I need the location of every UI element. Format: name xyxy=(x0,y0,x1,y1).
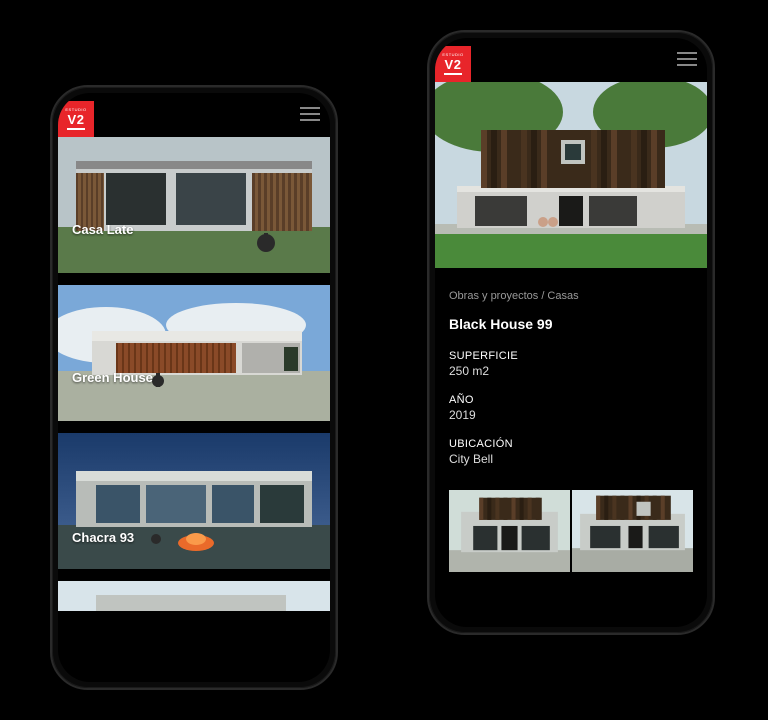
phone-button xyxy=(336,257,338,299)
field-label-location: UBICACIÓN xyxy=(449,438,693,450)
logo[interactable]: ESTUDIO V2 xyxy=(435,46,471,82)
project-title: Black House 99 xyxy=(449,316,693,332)
project-detail: Obras y proyectos / Casas Black House 99… xyxy=(435,268,707,466)
project-image xyxy=(58,137,330,273)
breadcrumb[interactable]: Obras y proyectos / Casas xyxy=(449,290,693,302)
field-label-year: AÑO xyxy=(449,394,693,406)
gallery-thumbnail[interactable] xyxy=(572,490,693,572)
project-image xyxy=(58,285,330,421)
phone-button xyxy=(713,202,715,244)
phone-mockup-list: ESTUDIO V2 xyxy=(50,85,338,690)
project-title: Casa Late xyxy=(72,222,133,237)
field-value-location: City Bell xyxy=(449,452,693,466)
field-value-year: 2019 xyxy=(449,408,693,422)
hamburger-menu-icon[interactable] xyxy=(677,52,697,66)
logo-underline xyxy=(444,73,462,75)
logo-main-text: V2 xyxy=(445,58,462,71)
phone-button xyxy=(427,212,429,276)
gallery-thumbnail[interactable] xyxy=(449,490,570,572)
logo-main-text: V2 xyxy=(68,113,85,126)
field-label-surface: SUPERFICIE xyxy=(449,350,693,362)
project-image xyxy=(58,433,330,569)
project-card[interactable]: Green House xyxy=(58,285,330,421)
phone-mockup-detail: ESTUDIO V2 xyxy=(427,30,715,635)
project-hero-image xyxy=(435,82,707,268)
project-title: Chacra 93 xyxy=(72,530,134,545)
hamburger-menu-icon[interactable] xyxy=(300,107,320,121)
project-title: Green House xyxy=(72,370,153,385)
app-header: ESTUDIO V2 xyxy=(435,38,707,82)
phone-button xyxy=(50,267,52,331)
phone-button xyxy=(713,162,715,188)
logo[interactable]: ESTUDIO V2 xyxy=(58,101,94,137)
phone-button xyxy=(336,309,338,351)
phone-button xyxy=(713,254,715,296)
project-list: Casa Late Green House xyxy=(58,137,330,611)
phone-button xyxy=(336,217,338,243)
logo-underline xyxy=(67,128,85,130)
app-header: ESTUDIO V2 xyxy=(58,93,330,137)
project-card[interactable]: Casa Late xyxy=(58,137,330,273)
gallery-thumbnails xyxy=(435,482,707,572)
project-card[interactable]: Chacra 93 xyxy=(58,433,330,569)
project-card[interactable] xyxy=(58,581,330,611)
field-value-surface: 250 m2 xyxy=(449,364,693,378)
project-image xyxy=(58,581,330,611)
